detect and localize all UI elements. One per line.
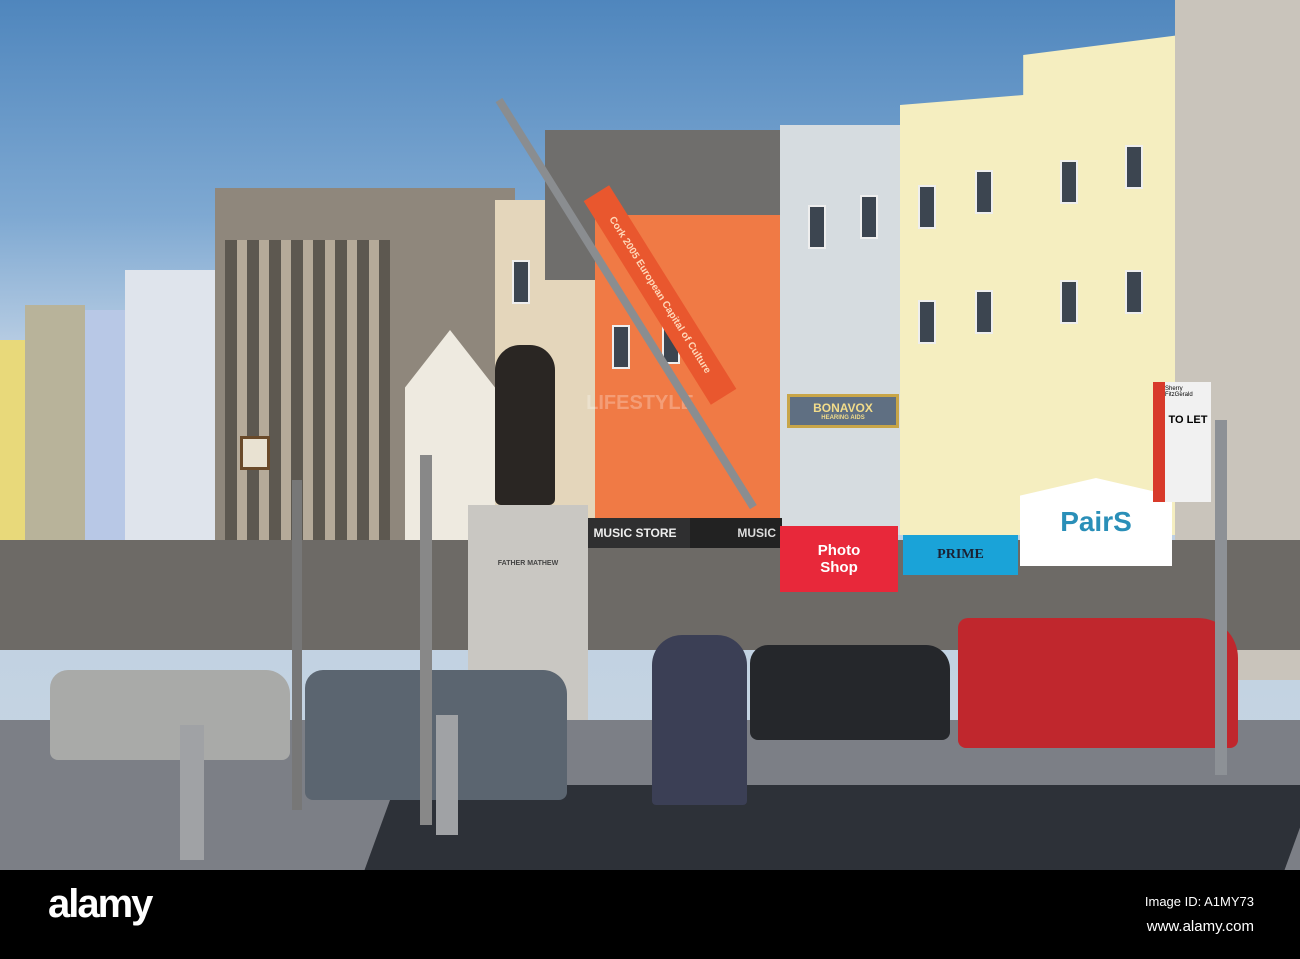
street-pole (1215, 420, 1227, 775)
bonavox-name: BONAVOX (813, 401, 873, 415)
building-grey-left (25, 305, 85, 555)
photo-shop-line2: Shop (820, 559, 858, 576)
window (612, 325, 630, 369)
window (975, 290, 993, 334)
building-blue (85, 310, 130, 560)
dark-car (750, 645, 950, 740)
grey-blue-building (780, 125, 905, 535)
window (918, 300, 936, 344)
traffic-light-pole (420, 455, 432, 825)
alamy-url: www.alamy.com (1146, 918, 1254, 935)
street-scene: LIFESTYLE BONAVOX HEARING AIDS MUSIC STO… (0, 0, 1300, 870)
to-let-sign: Sherry FitzGerald TO LET (1153, 382, 1211, 502)
alamy-logo: alamy (48, 882, 153, 926)
photo-shop-sign: Photo Shop (780, 526, 898, 592)
window (808, 205, 826, 249)
bollard (180, 725, 204, 860)
window (1060, 160, 1078, 204)
music-store-sign: MUSIC STORE (580, 518, 690, 548)
building-white (125, 270, 225, 560)
window (1060, 280, 1078, 324)
clock (240, 436, 270, 470)
window (1125, 270, 1143, 314)
bonavox-subtitle: HEARING AIDS (821, 415, 865, 421)
plinth-inscription: FATHER MATHEW (497, 560, 559, 567)
window (860, 195, 878, 239)
photo-shop-line1: Photo (817, 542, 861, 559)
estate-agent-name: Sherry FitzGerald (1165, 386, 1193, 398)
silver-car (50, 670, 290, 760)
traffic-light-pole (292, 480, 302, 810)
watermark-footer: alamy Image ID: A1MY73 www.alamy.com (0, 870, 1300, 959)
office-facade (225, 240, 390, 540)
statue (495, 345, 555, 505)
to-let-text: TO LET (1168, 414, 1208, 426)
window (975, 170, 993, 214)
red-van (958, 618, 1238, 748)
image-id: Image ID: A1MY73 (1144, 894, 1254, 909)
bollard (436, 715, 458, 835)
prime-sign: PRIME (903, 535, 1018, 575)
lifestyle-sign: LIFESTYLE (586, 391, 694, 414)
window (512, 260, 530, 304)
window (918, 185, 936, 229)
pairs-sign: PairS (1020, 478, 1172, 566)
music-sign: MUSIC (690, 518, 782, 548)
bonavox-sign: BONAVOX HEARING AIDS (787, 394, 899, 428)
pedestrians (652, 635, 747, 805)
window (1125, 145, 1143, 189)
